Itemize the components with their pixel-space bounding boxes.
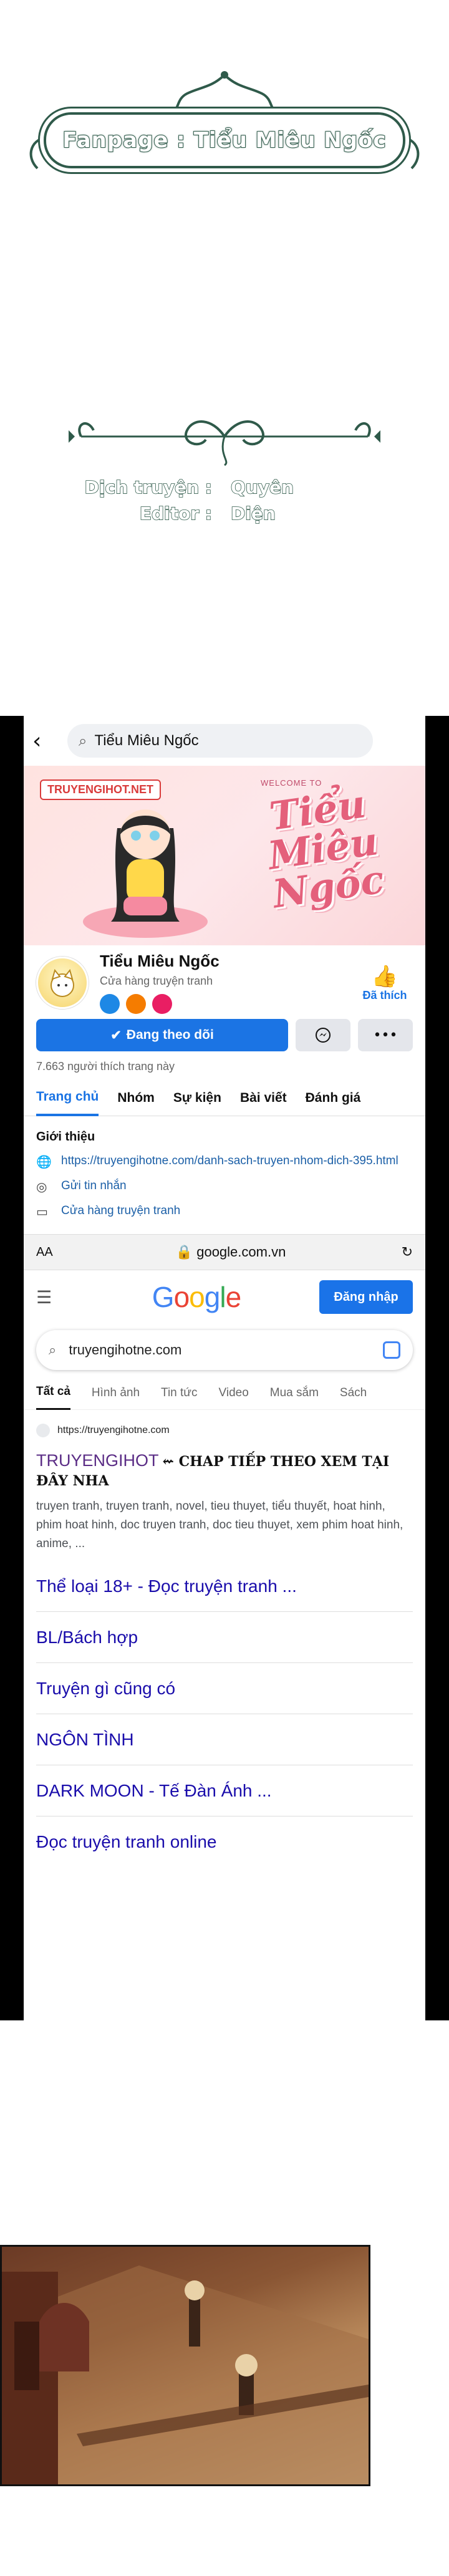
page-tabs: Trang chủ Nhóm Sự kiện Bài viết Đánh giá	[24, 1080, 425, 1116]
search-icon: ⌕	[49, 1342, 57, 1358]
translator-row: Dịch truyện : Quyên	[81, 474, 368, 500]
reload-icon[interactable]: ↻	[388, 1245, 413, 1260]
messenger-small-icon: ◎	[36, 1179, 47, 1194]
follow-check-icon: ✔	[110, 1028, 122, 1043]
search-result: https://truyengihotne.com TRUYENGIHOT ⇜ C…	[24, 1410, 425, 1553]
liked-label: Đã thích	[362, 988, 407, 1001]
liked-button[interactable]: 👍 Đã thích	[357, 964, 413, 1002]
editor-label: Editor :	[139, 503, 213, 524]
result-title-text: TRUYENGIHOT	[36, 1451, 159, 1470]
translator-label: Dịch truyện :	[84, 476, 213, 498]
intro-section: Giới thiệu 🌐 https://truyengihotne.com/d…	[24, 1116, 425, 1234]
facebook-search-bar: ‹ ⌕ Tiểu Miêu Ngốc	[24, 716, 425, 766]
page-info: Tiểu Miêu Ngốc Cửa hàng truyện tranh	[100, 952, 357, 1014]
credits-block: Dịch truyện : Quyên Editor : Diện	[81, 474, 368, 526]
back-arrow-icon[interactable]: ‹	[32, 728, 57, 754]
facebook-search-text: Tiểu Miêu Ngốc	[94, 732, 199, 749]
avatar-cat-icon	[51, 968, 74, 997]
cover-illustration	[83, 809, 208, 938]
search-icon: ⌕	[79, 732, 87, 750]
result-snippet: truyen tranh, truyen tranh, novel, tieu …	[36, 1500, 403, 1550]
address-url[interactable]: 🔒 google.com.vn	[74, 1244, 388, 1260]
lock-icon: 🔒	[175, 1244, 193, 1260]
google-search-input[interactable]: ⌕ truyengihotne.com	[36, 1330, 413, 1370]
cover-welcome-text: WELCOME TO	[261, 778, 322, 788]
menu-icon[interactable]: ☰	[36, 1287, 74, 1308]
manga-panel-art	[2, 2265, 369, 2484]
badge-blue-icon[interactable]	[100, 994, 120, 1014]
google-logo[interactable]: Google	[74, 1280, 319, 1314]
badge-orange-icon[interactable]	[126, 994, 146, 1014]
tab-home[interactable]: Trang chủ	[36, 1080, 99, 1116]
fanpage-text: Fanpage : Tiểu Miêu Ngốc	[62, 127, 387, 153]
result-title[interactable]: TRUYENGIHOT ⇜ CHAP TIẾP THEO XEM TẠI ĐÂY …	[36, 1451, 413, 1490]
intro-website-row[interactable]: 🌐 https://truyengihotne.com/danh-sach-tr…	[36, 1154, 413, 1169]
translator-name: Quyên	[230, 476, 294, 498]
cover-title: Tiểu Miêu Ngốc	[265, 781, 387, 917]
phone-screen: ‹ ⌕ Tiểu Miêu Ngốc TRUYENGIHOT.NET WELCO…	[24, 716, 425, 2020]
ornament-divider	[69, 420, 380, 466]
tab-events[interactable]: Sự kiện	[173, 1080, 221, 1116]
intro-title: Giới thiệu	[36, 1130, 95, 1144]
tab-groups[interactable]: Nhóm	[117, 1080, 155, 1116]
sitelink-item[interactable]: DARK MOON - Tế Đàn Ánh ...	[36, 1765, 413, 1816]
intro-shop-link[interactable]: Cửa hàng truyện tranh	[61, 1204, 180, 1218]
google-result-tabs: Tất cả Hình ảnh Tin tức Video Mua sắm Sá…	[24, 1376, 425, 1410]
page-action-row: ✔ Đang theo dõi •••	[24, 1015, 425, 1055]
google-search-query: truyengihotne.com	[69, 1342, 182, 1358]
sitelink-item[interactable]: Thể loại 18+ - Đọc truyện tranh ...	[36, 1561, 413, 1612]
tab-video[interactable]: Video	[219, 1376, 249, 1410]
following-label: Đang theo dõi	[126, 1028, 214, 1042]
tab-all[interactable]: Tất cả	[36, 1376, 70, 1410]
intro-website-link[interactable]: https://truyengihotne.com/danh-sach-truy…	[61, 1154, 398, 1168]
address-url-text: google.com.vn	[196, 1244, 286, 1260]
likes-count: 7.663 người thích trang này	[36, 1060, 175, 1073]
page-profile-row: Tiểu Miêu Ngốc Cửa hàng truyện tranh 👍 Đ…	[24, 945, 425, 1015]
google-lens-icon[interactable]	[383, 1341, 400, 1359]
phone-screenshot: ‹ ⌕ Tiểu Miêu Ngốc TRUYENGIHOT.NET WELCO…	[0, 716, 449, 2020]
tab-posts[interactable]: Bài viết	[240, 1080, 287, 1116]
cover-photo[interactable]: TRUYENGIHOT.NET WELCOME TO Tiểu Miêu Ngố…	[24, 766, 425, 945]
following-button[interactable]: ✔ Đang theo dõi	[36, 1019, 288, 1051]
sign-in-button[interactable]: Đăng nhập	[319, 1280, 413, 1314]
google-header: ☰ Google Đăng nhập	[24, 1270, 425, 1324]
more-options-button[interactable]: •••	[358, 1019, 413, 1051]
page-avatar[interactable]	[36, 957, 89, 1009]
browser-address-bar[interactable]: AA 🔒 google.com.vn ↻	[24, 1234, 425, 1270]
fanpage-banner: Fanpage : Tiểu Miêu Ngốc	[44, 112, 405, 168]
sitelinks: Thể loại 18+ - Đọc truyện tranh ... BL/B…	[24, 1553, 425, 1868]
page-category: Cửa hàng truyện tranh	[100, 975, 213, 987]
result-url-text: https://truyengihotne.com	[57, 1425, 170, 1435]
tab-news[interactable]: Tin tức	[161, 1376, 197, 1410]
manga-panel	[0, 2245, 370, 2486]
editor-row: Editor : Diện	[81, 500, 368, 526]
favicon-icon	[36, 1424, 50, 1437]
sitelink-item[interactable]: Truyện gì cũng có	[36, 1663, 413, 1714]
sitelink-item[interactable]: BL/Bách hợp	[36, 1612, 413, 1663]
page-name: Tiểu Miêu Ngốc	[100, 952, 220, 970]
sitelink-item[interactable]: Đọc truyện tranh online	[36, 1816, 413, 1868]
badge-pink-icon[interactable]	[152, 994, 172, 1014]
messenger-icon	[316, 1028, 331, 1043]
text-size-button[interactable]: AA	[36, 1245, 74, 1260]
editor-name: Diện	[230, 503, 276, 524]
intro-shop-row[interactable]: ▭ Cửa hàng truyện tranh	[36, 1204, 413, 1219]
page-badges	[100, 994, 357, 1014]
tab-books[interactable]: Sách	[340, 1376, 367, 1410]
messenger-button[interactable]	[296, 1019, 350, 1051]
more-icon: •••	[373, 1027, 398, 1043]
result-url[interactable]: https://truyengihotne.com	[36, 1424, 413, 1437]
facebook-search-input[interactable]: ⌕ Tiểu Miêu Ngốc	[67, 724, 373, 758]
intro-message-row[interactable]: ◎ Gửi tin nhắn	[36, 1179, 413, 1194]
sitelink-item[interactable]: NGÔN TÌNH	[36, 1714, 413, 1765]
thumbs-up-icon: 👍	[371, 963, 398, 989]
globe-icon: 🌐	[36, 1154, 52, 1169]
tab-reviews[interactable]: Đánh giá	[306, 1080, 361, 1116]
page: Fanpage : Tiểu Miêu Ngốc Dịch truyện : Q…	[0, 0, 449, 2576]
tab-shopping[interactable]: Mua sắm	[270, 1376, 319, 1410]
intro-message-link[interactable]: Gửi tin nhắn	[61, 1179, 127, 1193]
shop-icon: ▭	[36, 1204, 48, 1219]
tab-images[interactable]: Hình ảnh	[92, 1376, 140, 1410]
